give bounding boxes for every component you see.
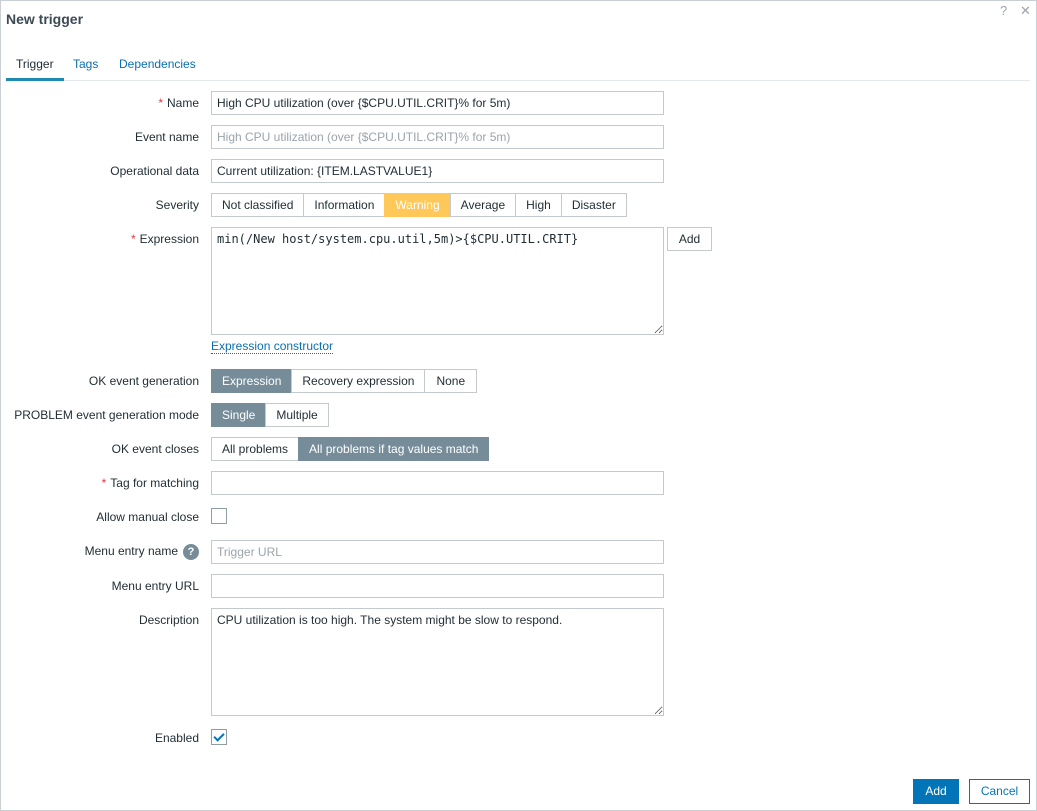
expression-label: * Expression [130,232,199,246]
enabled-label: Enabled [154,731,199,745]
expression-constructor-link[interactable]: Expression constructor [211,340,334,354]
ok-gen-recovery-expression[interactable]: Recovery expression [291,369,426,393]
tag-for-matching-input[interactable] [211,471,664,495]
ok-event-closes-selector: All problems All problems if tag values … [211,437,490,461]
ok-closes-all-problems[interactable]: All problems [211,437,300,461]
enabled-checkbox[interactable] [211,729,227,745]
expression-add-button[interactable]: Add [667,227,712,251]
allow-manual-close-label: Allow manual close [96,510,199,524]
expression-textarea[interactable]: min(/New host/system.cpu.util,5m)>{$CPU.… [211,227,664,335]
help-icon[interactable]: ? [183,544,199,560]
event-name-input[interactable] [211,125,664,149]
operational-data-label: Operational data [110,164,199,178]
severity-disaster[interactable]: Disaster [560,193,627,217]
dialog-title: New trigger [6,11,84,27]
menu-entry-name-input[interactable] [211,540,664,564]
new-trigger-dialog: New trigger ? ✕ Trigger Tags Dependencie… [0,0,1037,811]
name-label: * Name [158,96,199,110]
checkmark-icon [213,730,225,742]
cancel-button[interactable]: Cancel [969,779,1030,804]
menu-entry-url-input[interactable] [211,574,664,598]
menu-entry-url-label: Menu entry URL [111,579,199,593]
severity-warning[interactable]: Warning [384,193,451,217]
severity-information[interactable]: Information [303,193,386,217]
menu-entry-name-label: Menu entry name? [85,544,199,560]
description-label: Description [138,613,199,627]
problem-mode-label: PROBLEM event generation mode [14,408,199,422]
tab-trigger[interactable]: Trigger [6,57,64,81]
name-input[interactable] [211,91,664,115]
help-icon[interactable]: ? [1000,3,1007,18]
severity-selector: Not classified Information Warning Avera… [211,193,627,217]
required-marker: * [101,476,107,490]
add-button[interactable]: Add [913,779,959,804]
problem-mode-multiple[interactable]: Multiple [265,403,329,427]
problem-mode-single[interactable]: Single [211,403,267,427]
tab-bar: Trigger Tags Dependencies [6,51,1030,81]
required-marker: * [130,232,136,246]
ok-gen-none[interactable]: None [424,369,478,393]
severity-not-classified[interactable]: Not classified [211,193,305,217]
ok-gen-expression[interactable]: Expression [211,369,293,393]
severity-average[interactable]: Average [449,193,517,217]
allow-manual-close-checkbox[interactable] [211,508,227,524]
operational-data-input[interactable] [211,159,664,183]
ok-event-generation-label: OK event generation [88,374,199,388]
ok-event-closes-label: OK event closes [111,442,199,456]
close-icon[interactable]: ✕ [1020,3,1031,19]
problem-mode-selector: Single Multiple [211,403,329,427]
severity-high[interactable]: High [515,193,562,217]
required-marker: * [158,96,163,110]
severity-label: Severity [155,198,199,212]
event-name-label: Event name [134,130,199,144]
description-textarea[interactable]: CPU utilization is too high. The system … [211,608,664,716]
ok-closes-tag-match[interactable]: All problems if tag values match [298,437,490,461]
tab-dependencies[interactable]: Dependencies [109,57,206,81]
ok-event-generation-selector: Expression Recovery expression None [211,369,478,393]
tab-tags[interactable]: Tags [63,57,108,81]
tag-for-matching-label: * Tag for matching [101,476,199,490]
